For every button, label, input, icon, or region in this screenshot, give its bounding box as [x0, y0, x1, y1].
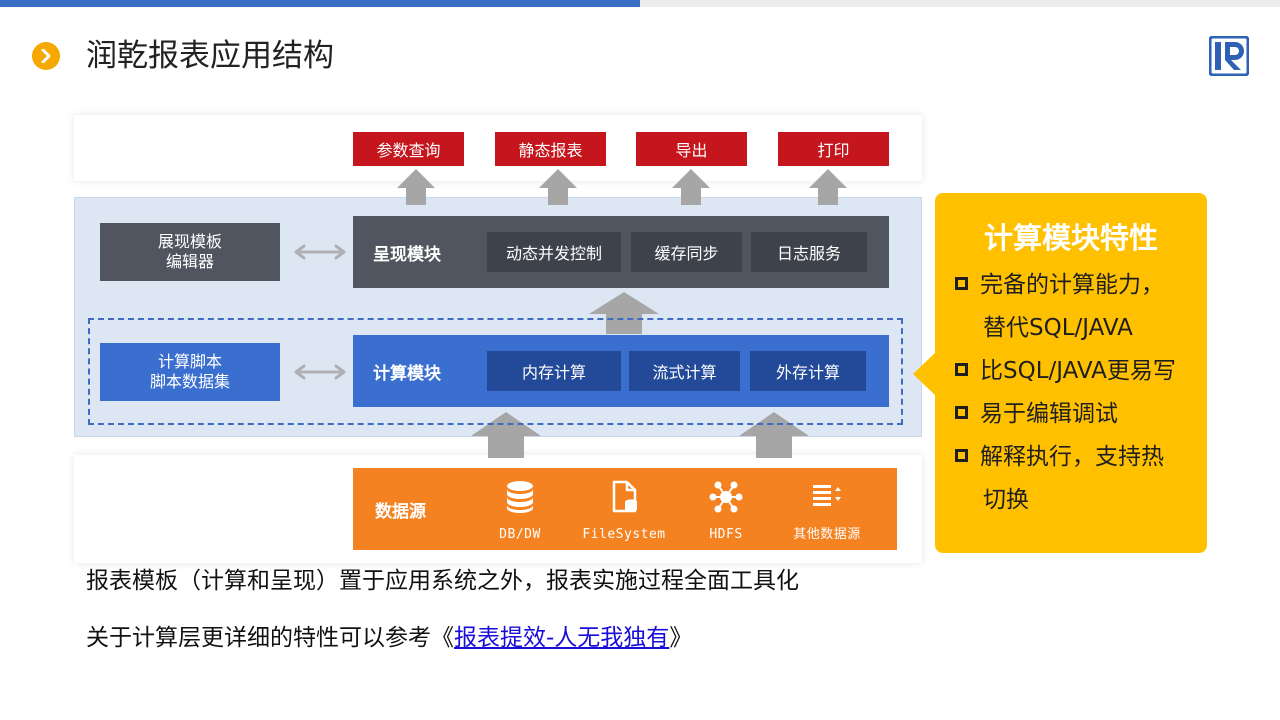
- note-line-1: 报表模板（计算和呈现）置于应用系统之外，报表实施过程全面工具化: [86, 568, 799, 594]
- datasource-other: 其他数据源: [767, 480, 887, 542]
- feature-item: 比SQL/JAVA更易写: [955, 350, 1176, 393]
- presentation-module-label: 呈现模块: [373, 244, 441, 265]
- double-arrow-icon: [294, 244, 346, 260]
- sub-concurrency-control: 动态并发控制: [487, 232, 621, 272]
- sub-stream-compute: 流式计算: [629, 351, 740, 391]
- list-icon: [813, 485, 841, 506]
- template-editor-line1: 展现模板: [157, 232, 222, 251]
- database-icon: [507, 481, 533, 513]
- compute-module: 计算模块 内存计算 流式计算 外存计算: [353, 335, 889, 407]
- feature-callout: 计算模块特性 完备的计算能力， 替代SQL/JAVA 比SQL/JAVA更易写 …: [935, 193, 1207, 553]
- note-line-2: 关于计算层更详细的特性可以参考《报表提效-人无我独有》: [86, 623, 692, 653]
- square-bullet-icon: [955, 277, 968, 290]
- file-icon: [612, 480, 637, 513]
- up-arrow-icon: [397, 169, 435, 205]
- up-arrow-icon: [672, 169, 710, 205]
- feature-text: 比SQL/JAVA更易写: [980, 358, 1176, 384]
- datasource-other-caption: 其他数据源: [793, 527, 861, 542]
- compute-script-line2: 脚本数据集: [149, 372, 230, 391]
- reference-link[interactable]: 报表提效-人无我独有: [454, 625, 669, 651]
- sub-external-compute: 外存计算: [750, 351, 866, 391]
- up-arrow-icon: [809, 169, 847, 205]
- feature-text-cont: 替代SQL/JAVA: [983, 315, 1133, 341]
- feature-title: 计算模块特性: [983, 221, 1158, 255]
- network-nodes-icon: [709, 481, 743, 513]
- square-bullet-icon: [955, 363, 968, 376]
- template-editor-line2: 编辑器: [165, 252, 214, 271]
- feature-text: 易于编辑调试: [980, 401, 1118, 427]
- feature-text: 完备的计算能力，: [980, 272, 1164, 298]
- datasource-box: 数据源 DB/DW FileSystem HDFS 其他数据源: [353, 468, 897, 550]
- compute-script-box: 计算脚本 脚本数据集: [100, 343, 280, 401]
- feature-text: 解释执行，支持热: [980, 444, 1164, 470]
- sub-log-service: 日志服务: [751, 232, 867, 272]
- datasource-db: DB/DW: [460, 480, 580, 542]
- feature-item: 易于编辑调试: [955, 393, 1118, 436]
- sub-cache-sync: 缓存同步: [631, 232, 742, 272]
- square-bullet-icon: [955, 449, 968, 462]
- presentation-module: 呈现模块 动态并发控制 缓存同步 日志服务: [353, 216, 889, 288]
- up-arrow-icon: [539, 169, 577, 205]
- feature-text-cont: 切换: [983, 487, 1029, 513]
- datasource-label: 数据源: [375, 501, 426, 522]
- feature-item: 完备的计算能力， 替代SQL/JAVA: [955, 264, 1164, 350]
- note-prefix: 关于计算层更详细的特性可以参考《: [86, 625, 454, 651]
- datasource-db-caption: DB/DW: [499, 527, 541, 542]
- compute-module-label: 计算模块: [373, 363, 441, 384]
- template-editor-box: 展现模板 编辑器: [100, 223, 280, 281]
- square-bullet-icon: [955, 406, 968, 419]
- compute-script-line1: 计算脚本: [157, 352, 222, 371]
- callout-pointer: [913, 352, 936, 396]
- feature-item: 解释执行，支持热 切换: [955, 436, 1164, 522]
- note-suffix: 》: [669, 625, 693, 651]
- sub-memory-compute: 内存计算: [487, 351, 621, 391]
